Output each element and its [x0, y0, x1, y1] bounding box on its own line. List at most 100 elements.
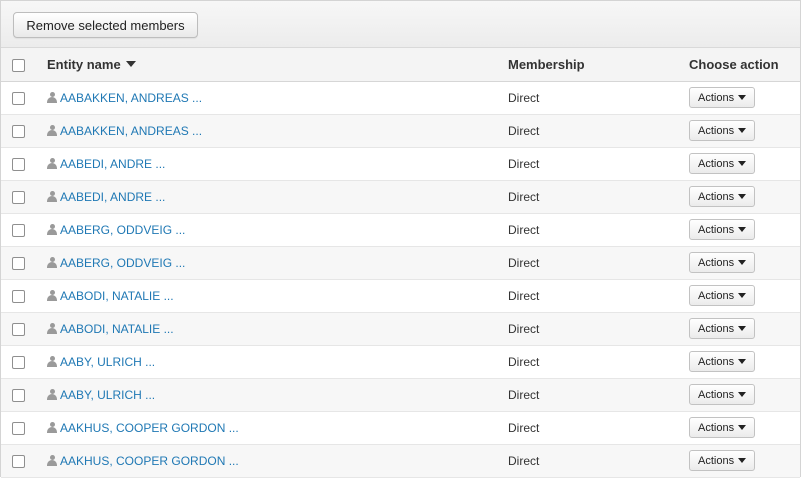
membership-cell: Direct	[508, 420, 540, 435]
actions-dropdown-button[interactable]: Actions	[689, 252, 756, 273]
entity-name-link[interactable]: AABODI, NATALIE ...	[60, 289, 174, 303]
row-checkbox[interactable]	[12, 388, 25, 402]
actions-label: Actions	[698, 124, 735, 137]
actions-label: Actions	[698, 421, 735, 434]
row-checkbox[interactable]	[12, 91, 25, 105]
actions-dropdown-button[interactable]: Actions	[689, 153, 756, 174]
row-checkbox[interactable]	[12, 289, 25, 303]
user-icon	[47, 454, 57, 466]
actions-label: Actions	[698, 388, 735, 401]
entity-name-cell: AAKHUS, COOPER GORDON ...	[35, 444, 496, 477]
caret-down-icon	[738, 293, 747, 298]
select-all-checkbox[interactable]	[12, 58, 25, 72]
row-checkbox[interactable]	[12, 223, 25, 237]
actions-dropdown-button[interactable]: Actions	[689, 219, 756, 240]
entity-name-cell: AABY, ULRICH ...	[35, 345, 496, 378]
actions-dropdown-button[interactable]: Actions	[689, 87, 756, 108]
actions-cell: Actions	[677, 444, 800, 477]
caret-down-icon	[738, 194, 747, 199]
actions-cell: Actions	[677, 312, 800, 345]
membership-cell: Direct	[508, 156, 540, 171]
membership-cell: Direct	[508, 222, 540, 237]
actions-dropdown-button[interactable]: Actions	[689, 384, 756, 405]
row-checkbox[interactable]	[12, 454, 25, 468]
row-checkbox[interactable]	[12, 256, 25, 270]
entity-name-cell: AABAKKEN, ANDREAS ...	[35, 114, 496, 147]
row-select-cell	[1, 345, 35, 378]
row-select-cell	[1, 180, 35, 213]
caret-down-icon	[738, 359, 747, 364]
table-row: AABODI, NATALIE ... Direct Actions	[1, 312, 800, 345]
row-checkbox[interactable]	[12, 421, 25, 435]
entity-name-link[interactable]: AAKHUS, COOPER GORDON ...	[60, 421, 239, 435]
entity-name-link[interactable]: AABY, ULRICH ...	[60, 388, 155, 402]
actions-dropdown-button[interactable]: Actions	[689, 417, 756, 438]
actions-dropdown-button[interactable]: Actions	[689, 318, 756, 339]
user-icon	[47, 421, 57, 433]
table-row: AABERG, ODDVEIG ... Direct Actions	[1, 246, 800, 279]
row-select-cell	[1, 279, 35, 312]
actions-label: Actions	[698, 454, 735, 467]
row-checkbox[interactable]	[12, 190, 25, 204]
table-row: AABEDI, ANDRE ... Direct Actions	[1, 180, 800, 213]
actions-cell: Actions	[677, 114, 800, 147]
row-checkbox[interactable]	[12, 124, 25, 138]
user-icon	[47, 124, 57, 136]
actions-label: Actions	[698, 157, 735, 170]
actions-label: Actions	[698, 256, 735, 269]
row-select-cell	[1, 378, 35, 411]
entity-name-link[interactable]: AABAKKEN, ANDREAS ...	[60, 124, 202, 138]
actions-label: Actions	[698, 355, 735, 368]
sort-descending-icon[interactable]	[125, 60, 136, 67]
entity-name-link[interactable]: AAKHUS, COOPER GORDON ...	[60, 454, 239, 468]
membership-cell: Direct	[508, 288, 540, 303]
caret-down-icon	[738, 227, 747, 232]
row-select-cell	[1, 312, 35, 345]
actions-label: Actions	[698, 190, 735, 203]
actions-cell: Actions	[677, 411, 800, 444]
entity-name-cell: AABODI, NATALIE ...	[35, 312, 496, 345]
actions-cell: Actions	[677, 246, 800, 279]
membership-cell: Direct	[508, 387, 540, 402]
row-checkbox[interactable]	[12, 322, 25, 336]
entity-name-header[interactable]: Entity name	[35, 48, 496, 81]
user-icon	[47, 190, 57, 202]
entity-name-link[interactable]: AABY, ULRICH ...	[60, 355, 155, 369]
members-table: Entity name Membership Choose action AAB…	[1, 48, 800, 478]
user-icon	[47, 289, 57, 301]
actions-dropdown-button[interactable]: Actions	[689, 120, 756, 141]
actions-dropdown-button[interactable]: Actions	[689, 351, 756, 372]
entity-name-link[interactable]: AABEDI, ANDRE ...	[60, 190, 165, 204]
actions-cell: Actions	[677, 180, 800, 213]
user-icon	[47, 322, 57, 334]
entity-name-cell: AABAKKEN, ANDREAS ...	[35, 81, 496, 114]
caret-down-icon	[738, 128, 747, 133]
caret-down-icon	[738, 161, 747, 166]
caret-down-icon	[738, 458, 747, 463]
table-row: AABAKKEN, ANDREAS ... Direct Actions	[1, 81, 800, 114]
actions-dropdown-button[interactable]: Actions	[689, 285, 756, 306]
row-select-cell	[1, 114, 35, 147]
table-row: AABERG, ODDVEIG ... Direct Actions	[1, 213, 800, 246]
actions-dropdown-button[interactable]: Actions	[689, 186, 756, 207]
actions-dropdown-button[interactable]: Actions	[689, 450, 756, 471]
row-checkbox[interactable]	[12, 157, 25, 171]
entity-name-link[interactable]: AABODI, NATALIE ...	[60, 322, 174, 336]
entity-name-link[interactable]: AABEDI, ANDRE ...	[60, 157, 165, 171]
membership-cell: Direct	[508, 90, 540, 105]
user-icon	[47, 388, 57, 400]
actions-cell: Actions	[677, 378, 800, 411]
entity-name-link[interactable]: AABERG, ODDVEIG ...	[60, 223, 185, 237]
remove-selected-members-button[interactable]: Remove selected members	[13, 12, 198, 38]
entity-name-link[interactable]: AABERG, ODDVEIG ...	[60, 256, 185, 270]
row-select-cell	[1, 81, 35, 114]
caret-down-icon	[738, 425, 747, 430]
caret-down-icon	[738, 392, 747, 397]
table-row: AABY, ULRICH ... Direct Actions	[1, 345, 800, 378]
row-select-cell	[1, 213, 35, 246]
table-row: AABAKKEN, ANDREAS ... Direct Actions	[1, 114, 800, 147]
row-checkbox[interactable]	[12, 355, 25, 369]
entity-name-link[interactable]: AABAKKEN, ANDREAS ...	[60, 91, 202, 105]
entity-name-cell: AABEDI, ANDRE ...	[35, 147, 496, 180]
table-row: AABEDI, ANDRE ... Direct Actions	[1, 147, 800, 180]
